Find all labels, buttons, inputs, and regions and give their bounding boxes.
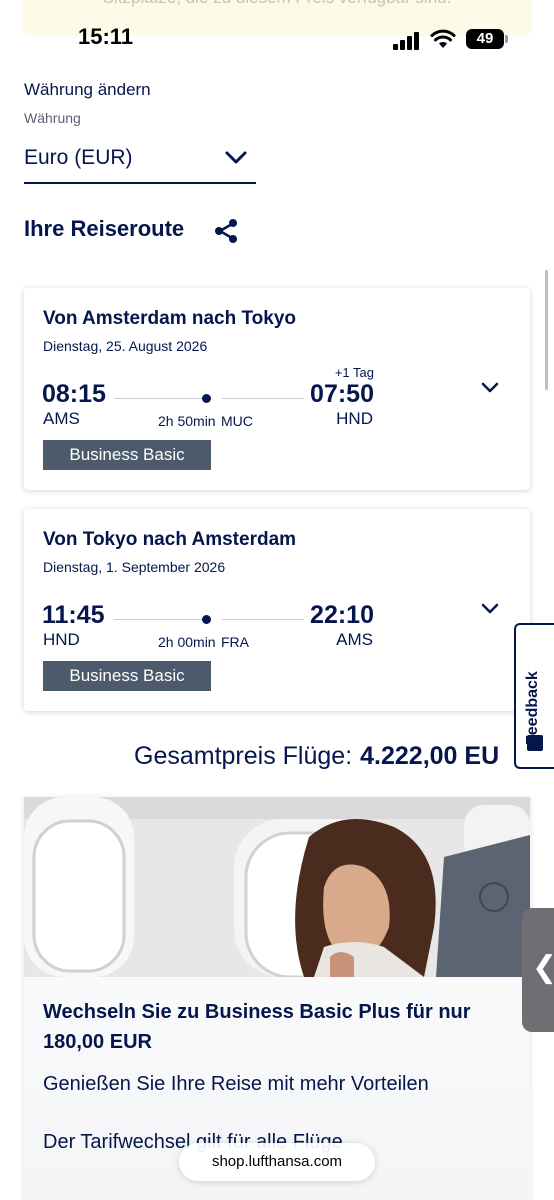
flight-route-title: Von Tokyo nach Amsterdam xyxy=(43,529,297,550)
route-line xyxy=(114,619,204,620)
stopover-dot xyxy=(202,394,211,403)
departure-time: 08:15 xyxy=(42,380,106,408)
arrival-airport: HND xyxy=(336,409,373,428)
departure-airport: AMS xyxy=(43,409,80,428)
side-drawer-handle[interactable]: ❮ xyxy=(522,908,554,1032)
arrival-airport: AMS xyxy=(336,630,373,649)
total-price-value: 4.222,00 EU xyxy=(360,742,500,770)
day-offset: +1 Tag xyxy=(334,365,374,380)
stopover-airport: FRA xyxy=(221,634,249,650)
cabin-illustration xyxy=(24,797,530,977)
total-price: Gesamtpreis Flüge: 4.222,00 EU xyxy=(134,742,499,771)
flight-date: Dienstag, 25. August 2026 xyxy=(43,338,208,354)
status-time: 15:11 xyxy=(78,24,134,49)
scroll-indicator[interactable] xyxy=(545,270,548,390)
arrival-time: 22:10 xyxy=(310,601,374,629)
arrival-time: 07:50 xyxy=(310,380,374,408)
wifi-icon xyxy=(430,29,456,48)
route-line xyxy=(222,619,304,620)
chevron-down-icon[interactable] xyxy=(480,380,500,396)
chevron-down-icon xyxy=(225,151,247,164)
fare-badge: Business Basic xyxy=(43,661,211,691)
feedback-tab[interactable]: Feedback xyxy=(514,623,554,769)
banner-text: Sitzplätze, die zu diesem Preis verfügba… xyxy=(22,0,532,8)
stopover-airport: MUC xyxy=(221,413,253,429)
currency-selected-value: Euro (EUR) xyxy=(24,146,133,169)
route-line xyxy=(222,398,304,399)
browser-url-bar[interactable]: shop.lufthansa.com xyxy=(179,1143,375,1181)
stopover-dot xyxy=(202,615,211,624)
share-icon[interactable] xyxy=(213,218,239,244)
feedback-label: Feedback xyxy=(524,671,541,745)
fare-badge: Business Basic xyxy=(43,440,211,470)
currency-select[interactable]: Euro (EUR) xyxy=(24,140,256,184)
flight-duration: 2h 00min xyxy=(158,634,216,650)
flight-date: Dienstag, 1. September 2026 xyxy=(43,559,226,575)
upgrade-promo-card[interactable]: Wechseln Sie zu Business Basic Plus für … xyxy=(24,797,530,1200)
currency-label: Währung xyxy=(24,110,81,126)
itinerary-title: Ihre Reiseroute xyxy=(24,216,185,241)
flight-route-title: Von Amsterdam nach Tokyo xyxy=(43,308,297,329)
currency-section-title: Währung ändern xyxy=(24,80,151,99)
battery-icon: 49 xyxy=(466,29,508,49)
flight-card-return[interactable]: Von Tokyo nach Amsterdam Dienstag, 1. Se… xyxy=(24,509,530,711)
promo-title: Wechseln Sie zu Business Basic Plus für … xyxy=(43,1001,471,1053)
chevron-down-icon[interactable] xyxy=(480,601,500,617)
cellular-signal-icon xyxy=(393,32,421,50)
promo-subtitle: Genießen Sie Ihre Reise mit mehr Vorteil… xyxy=(43,1073,429,1095)
flight-duration: 2h 50min xyxy=(158,413,216,429)
promo-image xyxy=(24,797,530,977)
status-bar: 15:11 49 xyxy=(0,18,554,58)
route-line xyxy=(114,398,204,399)
departure-airport: HND xyxy=(43,630,80,649)
feedback-icon xyxy=(527,735,543,751)
total-price-label: Gesamtpreis Flüge: xyxy=(134,742,353,770)
chevron-left-icon: ❮ xyxy=(532,950,554,985)
flight-card-outbound[interactable]: Von Amsterdam nach Tokyo Dienstag, 25. A… xyxy=(24,288,530,490)
departure-time: 11:45 xyxy=(42,601,105,629)
